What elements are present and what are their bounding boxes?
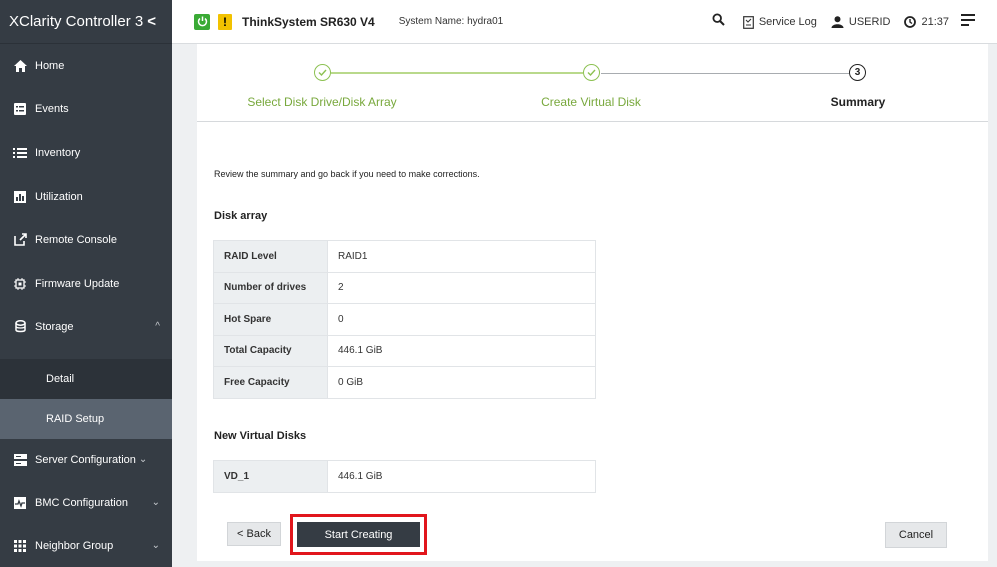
cancel-button[interactable]: Cancel: [885, 522, 947, 548]
sidebar-item-neighbor-group[interactable]: Neighbor Group ⌄: [0, 524, 172, 567]
service-log-icon: [742, 15, 754, 29]
clock-icon: [904, 16, 917, 28]
table-row: RAID Level RAID1: [213, 240, 596, 273]
chevron-down-icon: ⌄: [151, 540, 160, 551]
total-capacity-label: Total Capacity: [213, 334, 328, 367]
home-icon: [13, 59, 27, 73]
summary-intro: Review the summary and go back if you ne…: [214, 169, 480, 179]
sidebar-item-label: Server Configuration: [35, 453, 136, 466]
disk-array-title: Disk array: [214, 210, 268, 222]
top-bar: ! ThinkSystem SR630 V4 System Name: hydr…: [172, 0, 997, 44]
server-icon: [13, 453, 27, 467]
top-bar-actions: Service Log USERID 21:37: [712, 0, 997, 44]
checkmark-icon: [587, 69, 596, 76]
hot-spare-value: 0: [327, 303, 596, 336]
virtual-disks-table: VD_1 446.1 GiB: [213, 460, 596, 493]
table-row: VD_1 446.1 GiB: [213, 460, 596, 493]
events-icon: [13, 102, 27, 116]
storage-icon: [13, 320, 27, 334]
sidebar-item-label: Home: [35, 59, 65, 72]
collapse-sidebar-button[interactable]: <: [147, 13, 156, 30]
virtual-disk-name: VD_1: [213, 460, 328, 493]
sidebar-item-label: Firmware Update: [35, 277, 120, 290]
sidebar-item-label: Utilization: [35, 190, 83, 203]
step-connector: [601, 73, 849, 74]
sidebar: XClarity Controller 3 < Home Events Inve…: [0, 0, 172, 567]
sidebar-item-label: Storage: [35, 320, 74, 333]
power-status-icon[interactable]: [194, 13, 210, 30]
user-icon: [831, 16, 844, 28]
system-model: ThinkSystem SR630 V4: [242, 14, 375, 29]
clock-display: 21:37: [904, 16, 949, 28]
table-row: Hot Spare 0: [213, 303, 596, 336]
chevron-up-icon: ^: [155, 321, 160, 332]
number-of-drives-value: 2: [327, 271, 596, 304]
service-log-button[interactable]: Service Log: [742, 15, 817, 29]
free-capacity-label: Free Capacity: [213, 366, 328, 399]
step-3-indicator: 3: [849, 64, 866, 81]
search-icon[interactable]: [712, 13, 725, 31]
grid-icon: [13, 539, 27, 553]
start-creating-highlight: Start Creating: [290, 514, 427, 555]
chevron-down-icon: ⌄: [151, 497, 160, 508]
bar-chart-icon: [13, 190, 27, 204]
app-title: XClarity Controller 3: [9, 13, 144, 30]
clock-time: 21:37: [921, 16, 949, 28]
sidebar-item-events[interactable]: Events: [0, 87, 172, 130]
table-row: Total Capacity 446.1 GiB: [213, 334, 596, 367]
user-menu-button[interactable]: USERID: [831, 16, 891, 28]
total-capacity-value: 446.1 GiB: [327, 334, 596, 367]
back-button[interactable]: < Back: [227, 522, 281, 546]
sidebar-subitem-detail[interactable]: Detail: [0, 359, 172, 399]
external-link-icon: [13, 233, 27, 247]
list-icon: [13, 146, 27, 160]
checkmark-icon: [318, 69, 327, 76]
sidebar-item-home[interactable]: Home: [0, 44, 172, 87]
sidebar-item-label: BMC Configuration: [35, 496, 128, 509]
start-creating-button[interactable]: Start Creating: [297, 522, 420, 547]
sidebar-subitem-raid-setup[interactable]: RAID Setup: [0, 399, 172, 439]
user-name: USERID: [848, 16, 891, 28]
sidebar-item-remote-console[interactable]: Remote Console: [0, 218, 172, 261]
new-virtual-disks-title: New Virtual Disks: [214, 430, 307, 442]
warning-icon[interactable]: !: [218, 13, 232, 30]
app-root: XClarity Controller 3 < Home Events Inve…: [0, 0, 997, 567]
service-log-label: Service Log: [758, 16, 817, 28]
step-2-indicator: [583, 64, 600, 81]
sidebar-item-utilization[interactable]: Utilization: [0, 175, 172, 218]
raid-summary-panel: 3 Select Disk Drive/Disk Array Create Vi…: [197, 44, 988, 561]
sidebar-item-label: Neighbor Group: [35, 539, 114, 552]
table-row: Free Capacity 0 GiB: [213, 366, 596, 399]
sidebar-item-label: Inventory: [35, 146, 81, 159]
number-of-drives-label: Number of drives: [213, 271, 328, 304]
sidebar-item-server-configuration[interactable]: Server Configuration ⌄: [0, 438, 172, 481]
free-capacity-value: 0 GiB: [327, 366, 596, 399]
firmware-icon: [13, 277, 27, 291]
disk-array-table: RAID Level RAID1 Number of drives 2 Hot …: [213, 240, 596, 399]
menu-icon[interactable]: [961, 13, 975, 31]
sidebar-item-firmware-update[interactable]: Firmware Update: [0, 262, 172, 305]
raid-level-label: RAID Level: [213, 240, 328, 273]
app-brand: XClarity Controller 3 <: [0, 0, 172, 44]
step-label-select-disk: Select Disk Drive/Disk Array: [247, 95, 397, 109]
bmc-icon: [13, 496, 27, 510]
sidebar-item-bmc-configuration[interactable]: BMC Configuration ⌄: [0, 481, 172, 524]
wizard-steps: 3 Select Disk Drive/Disk Array Create Vi…: [197, 44, 988, 122]
step-1-indicator: [314, 64, 331, 81]
sidebar-subitem-label: RAID Setup: [46, 413, 105, 425]
step-label-create-virtual-disk: Create Virtual Disk: [541, 95, 641, 109]
hot-spare-label: Hot Spare: [213, 303, 328, 336]
virtual-disk-size: 446.1 GiB: [327, 460, 596, 493]
sidebar-item-inventory[interactable]: Inventory: [0, 131, 172, 174]
step-label-summary: Summary: [830, 95, 886, 109]
sidebar-subitem-label: Detail: [46, 373, 75, 385]
sidebar-item-storage[interactable]: Storage ^: [0, 305, 172, 348]
raid-level-value: RAID1: [327, 240, 596, 273]
chevron-down-icon: ⌄: [138, 454, 148, 465]
table-row: Number of drives 2: [213, 271, 596, 304]
sidebar-item-label: Remote Console: [35, 233, 117, 246]
sidebar-item-label: Events: [35, 102, 69, 115]
system-name: System Name: hydra01: [398, 16, 504, 27]
step-connector: [331, 72, 583, 74]
